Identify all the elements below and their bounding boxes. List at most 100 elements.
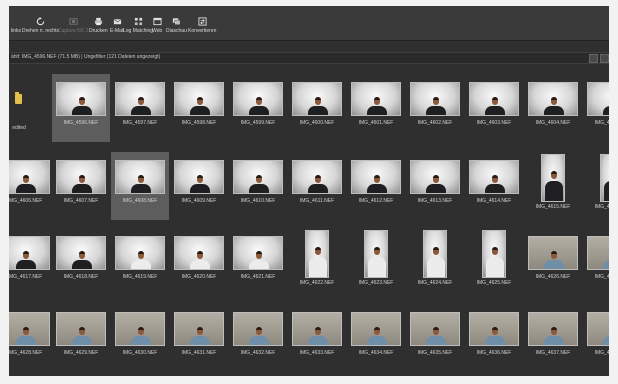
thumbnail-image[interactable]: [600, 154, 609, 202]
person-figure: [604, 181, 609, 201]
thumbnail-image[interactable]: [174, 82, 224, 116]
thumbnail-image[interactable]: [587, 236, 609, 270]
thumbnail-image[interactable]: [587, 82, 609, 116]
thumbnail-cell[interactable]: IMG_4610.NEF: [229, 152, 287, 220]
thumbnail-image[interactable]: [423, 230, 447, 278]
thumbnail-cell[interactable]: IMG_4633.NEF: [288, 304, 346, 372]
thumbnail-cell[interactable]: IMG_4608.NEF: [111, 152, 169, 220]
thumbnail-cell[interactable]: IMG_4637.NEF: [524, 304, 582, 372]
folder-icon[interactable]: [15, 92, 22, 104]
thumbnail-image[interactable]: [233, 236, 283, 270]
slideshow-button[interactable]: Diaschau: [166, 17, 187, 34]
web-button[interactable]: Web: [152, 17, 162, 34]
thumbnail-cell[interactable]: IMG_4619.NEF: [111, 228, 169, 296]
thumbnail-cell[interactable]: IMG_4620.NEF: [170, 228, 228, 296]
thumbnail-image[interactable]: [469, 160, 519, 194]
panel-layout-button[interactable]: [589, 54, 598, 63]
thumbnail-cell[interactable]: IMG_4635.NEF: [406, 304, 464, 372]
thumbnail-image[interactable]: [56, 160, 106, 194]
thumbnail-image[interactable]: [292, 160, 342, 194]
thumbnail-image[interactable]: [174, 312, 224, 346]
thumbnail-cell[interactable]: IMG_4628.NEF: [9, 304, 54, 372]
thumbnail-cell[interactable]: IMG_4601.NEF: [347, 74, 405, 142]
thumbnail-image[interactable]: [9, 312, 50, 346]
thumbnail-image[interactable]: [528, 82, 578, 116]
rotate-right-button[interactable]: Drehen n. rechts: [22, 17, 59, 34]
capture-nx-button[interactable]: Capture NX 2: [58, 17, 88, 34]
thumbnail-cell[interactable]: IMG_4630.NEF: [111, 304, 169, 372]
thumbnail-cell[interactable]: IMG_4598.NEF: [170, 74, 228, 142]
thumbnail-cell[interactable]: IMG_4607.NEF: [52, 152, 110, 220]
thumbnail-cell[interactable]: IMG_4606.NEF: [9, 152, 54, 220]
thumbnail-image[interactable]: [410, 82, 460, 116]
thumbnail-cell[interactable]: IMG_4638.NEF: [583, 304, 609, 372]
thumbnail-image[interactable]: [233, 312, 283, 346]
thumbnail-cell[interactable]: IMG_4597.NEF: [111, 74, 169, 142]
thumbnail-cell[interactable]: IMG_4636.NEF: [465, 304, 523, 372]
rotate-left-button[interactable]: links: [11, 17, 21, 34]
thumbnail-cell[interactable]: IMG_4617.NEF: [9, 228, 54, 296]
thumbnail-cell[interactable]: IMG_4615.NEF: [524, 152, 582, 220]
thumbnail-image[interactable]: [351, 160, 401, 194]
print-button[interactable]: Drucken: [89, 17, 108, 34]
thumbnail-cell[interactable]: IMG_4625.NEF: [465, 228, 523, 296]
thumbnail-cell[interactable]: IMG_4626.NEF: [524, 228, 582, 296]
thumbnail-image[interactable]: [56, 312, 106, 346]
thumbnail-image[interactable]: [305, 230, 329, 278]
thumbnail-cell[interactable]: IMG_4612.NEF: [347, 152, 405, 220]
thumbnail-image[interactable]: [528, 236, 578, 270]
thumbnail-image[interactable]: [351, 312, 401, 346]
thumbnail-cell[interactable]: IMG_4627.NEF: [583, 228, 609, 296]
thumbnail-cell[interactable]: IMG_4604.NEF: [524, 74, 582, 142]
thumbnail-image[interactable]: [56, 82, 106, 116]
thumbnail-image[interactable]: [233, 160, 283, 194]
thumbnail-image[interactable]: [292, 82, 342, 116]
thumbnail-image[interactable]: [469, 82, 519, 116]
thumbnail-cell[interactable]: IMG_4634.NEF: [347, 304, 405, 372]
thumbnail-cell[interactable]: IMG_4616.NEF: [583, 152, 609, 220]
convert-button[interactable]: Konvertieren: [188, 17, 216, 34]
thumbnail-image[interactable]: [174, 236, 224, 270]
thumbnail-cell[interactable]: IMG_4622.NEF: [288, 228, 346, 296]
thumbnail-cell[interactable]: IMG_4609.NEF: [170, 152, 228, 220]
thumbnail-image[interactable]: [174, 160, 224, 194]
thumbnail-cell[interactable]: IMG_4624.NEF: [406, 228, 464, 296]
thumbnail-cell[interactable]: IMG_4600.NEF: [288, 74, 346, 142]
thumbnail-image[interactable]: [233, 82, 283, 116]
thumbnail-image[interactable]: [115, 236, 165, 270]
thumbnail-image[interactable]: [410, 160, 460, 194]
thumbnail-image[interactable]: [115, 82, 165, 116]
thumbnail-cell[interactable]: IMG_4605.NEF: [583, 74, 609, 142]
thumbnail-image[interactable]: [364, 230, 388, 278]
thumbnail-image[interactable]: [56, 236, 106, 270]
log-matching-button[interactable]: Log Matching: [123, 17, 153, 34]
panel-close-button[interactable]: [600, 54, 609, 63]
thumbnail-cell[interactable]: IMG_4632.NEF: [229, 304, 287, 372]
thumbnail-image[interactable]: [115, 312, 165, 346]
thumbnail-image[interactable]: [351, 82, 401, 116]
thumbnail-image[interactable]: [482, 230, 506, 278]
thumbnail-image[interactable]: [9, 236, 50, 270]
thumbnail-cell[interactable]: IMG_4603.NEF: [465, 74, 523, 142]
thumbnail-cell[interactable]: IMG_4596.NEF: [52, 74, 110, 142]
thumbnail-cell[interactable]: IMG_4618.NEF: [52, 228, 110, 296]
thumbnail-image[interactable]: [115, 160, 165, 194]
thumbnail-cell[interactable]: IMG_4599.NEF: [229, 74, 287, 142]
thumbnail-cell[interactable]: IMG_4629.NEF: [52, 304, 110, 372]
thumbnail-cell[interactable]: IMG_4631.NEF: [170, 304, 228, 372]
browser-window: links Drehen n. rechts Capture NX 2 Druc…: [9, 6, 609, 376]
thumbnail-cell[interactable]: IMG_4613.NEF: [406, 152, 464, 220]
thumbnail-image[interactable]: [469, 312, 519, 346]
thumbnail-cell[interactable]: IMG_4602.NEF: [406, 74, 464, 142]
thumbnail-image[interactable]: [587, 312, 609, 346]
thumbnail-image[interactable]: [9, 160, 50, 194]
thumbnail-cell[interactable]: IMG_4623.NEF: [347, 228, 405, 296]
thumbnail-image[interactable]: [292, 312, 342, 346]
thumbnail-cell[interactable]: IMG_4621.NEF: [229, 228, 287, 296]
thumbnail-image[interactable]: [541, 154, 565, 202]
thumbnail-image[interactable]: [410, 312, 460, 346]
thumbnail-cell[interactable]: IMG_4614.NEF: [465, 152, 523, 220]
thumbnail-grid[interactable]: edited IMG_4596.NEF IMG_4597.NEF IMG_4598.…: [9, 64, 609, 376]
thumbnail-cell[interactable]: IMG_4611.NEF: [288, 152, 346, 220]
thumbnail-image[interactable]: [528, 312, 578, 346]
